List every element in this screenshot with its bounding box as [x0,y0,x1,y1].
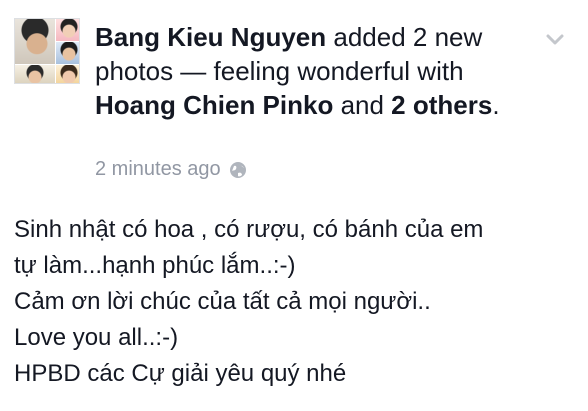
message-line: HPBD các Cự giải yêu quý nhé [14,360,347,387]
avatar-photo-thumb [56,42,79,64]
author-name-link[interactable]: Bang Kieu Nguyen [95,22,326,52]
post-header: Bang Kieu Nguyen added 2 new photos — fe… [95,20,525,122]
period-text: . [492,90,500,120]
post-message: Sinh nhật có hoa , có rượu, có bánh của … [14,212,579,392]
globe-icon[interactable] [229,161,247,179]
avatar-photo-thumb [15,65,55,83]
avatar-photo-main [15,19,55,64]
message-line: tự làm...hạnh phúc lắm..:-) [14,252,296,279]
feed-post: Bang Kieu Nguyen added 2 new photos — fe… [0,0,588,411]
chevron-down-icon[interactable] [544,28,566,50]
and-text: and [333,90,392,120]
avatar-photo-thumb [56,65,79,83]
avatar-photo-thumb [56,19,79,41]
message-line: Love you all..:-) [14,324,179,351]
message-line: Sinh nhật có hoa , có rượu, có bánh của … [14,216,484,243]
message-line: Cảm ơn lời chúc của tất cả mọi người.. [14,288,431,315]
post-meta: 2 minutes ago [95,158,247,181]
others-link[interactable]: 2 others [391,90,492,120]
tagged-person-link[interactable]: Hoang Chien Pinko [95,90,333,120]
author-avatar[interactable] [14,18,80,84]
timestamp-link[interactable]: 2 minutes ago [95,158,221,181]
